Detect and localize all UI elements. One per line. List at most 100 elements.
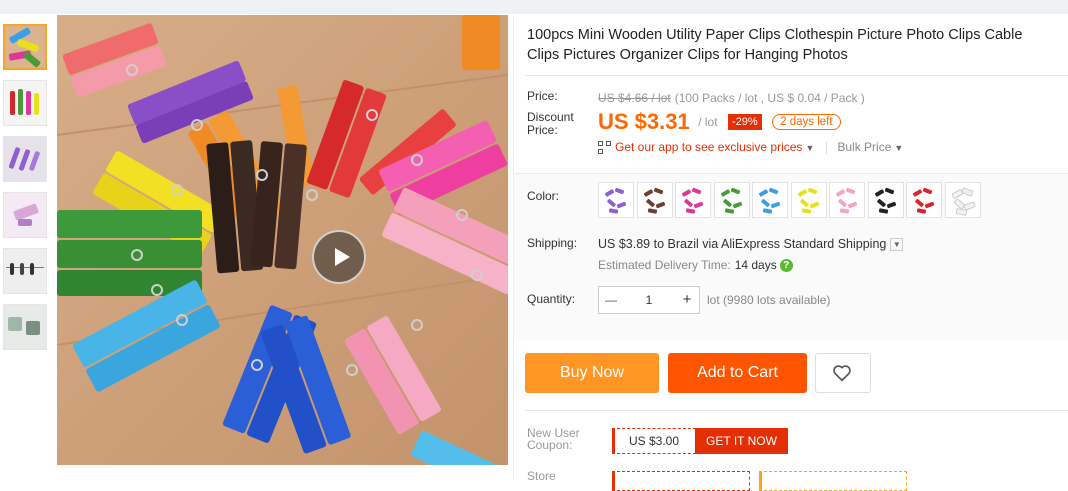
swatch-clip-shape — [809, 201, 819, 209]
color-swatch-red[interactable] — [906, 182, 942, 218]
color-label: Color: — [527, 189, 560, 203]
divider — [525, 410, 1068, 411]
price-unit: / lot — [698, 115, 718, 129]
swatch-clip-shape — [922, 187, 933, 195]
quantity-increase-button[interactable]: + — [675, 287, 699, 313]
swatch-clip-shape — [691, 187, 702, 195]
swatch-clip-shape — [884, 187, 894, 195]
color-swatch-black[interactable] — [867, 182, 904, 218]
swatch-clip-shape — [807, 187, 817, 195]
coupon-label-line2: Coupon: — [527, 438, 573, 452]
swatch-clip-shape — [878, 208, 888, 214]
shipping-label: Shipping: — [527, 236, 578, 250]
quantity-label: Quantity: — [527, 292, 576, 306]
shipping-text: US $3.89 to Brazil via AliExpress Standa… — [598, 237, 887, 251]
qr-code-icon — [598, 141, 611, 155]
original-price-row: US $4.66 / lot (100 Packs / lot , US $ 0.… — [598, 91, 865, 105]
add-to-cart-button[interactable]: Add to Cart — [668, 353, 807, 393]
swatch-clip-shape — [768, 187, 779, 195]
swatch-clip-shape — [886, 201, 896, 209]
discount-badge: -29% — [727, 114, 762, 130]
color-swatch-green[interactable] — [713, 182, 750, 218]
buy-now-button[interactable]: Buy Now — [525, 353, 659, 393]
swatch-clip-shape — [801, 208, 811, 214]
swatch-clip-shape — [762, 208, 773, 214]
top-strip — [0, 0, 1068, 14]
swatch-clip-shape — [797, 189, 807, 197]
swatch-clip-shape — [608, 208, 619, 214]
swatch-clip-shape — [876, 198, 886, 208]
swatch-clip-shape — [681, 189, 692, 197]
store-coupon-label: Store — [527, 469, 556, 483]
quantity-decrease-button[interactable]: — — [599, 287, 623, 313]
help-icon[interactable]: ? — [779, 259, 793, 273]
main-product-image[interactable] — [57, 15, 508, 465]
color-swatch-purple[interactable] — [598, 182, 634, 218]
color-swatch-brown[interactable] — [636, 182, 673, 218]
thumbnail-3[interactable] — [3, 136, 47, 182]
store-coupon-card[interactable] — [612, 471, 750, 491]
discount-price-label: Discount Price: — [527, 111, 574, 137]
app-exclusive-link[interactable]: Get our app to see exclusive prices — [615, 140, 802, 154]
quantity-input[interactable]: 1 — [627, 287, 671, 313]
swatch-clip-shape — [720, 189, 730, 197]
swatch-clip-shape — [770, 201, 781, 209]
price-label: Price: — [527, 89, 558, 103]
swatch-clip-shape — [685, 208, 696, 214]
swatch-clip-shape — [730, 187, 740, 195]
swatch-clip-shape — [722, 198, 732, 208]
swatch-clip-shape — [839, 208, 850, 214]
thumbnail-2[interactable] — [3, 80, 47, 126]
color-swatch-light-pink[interactable] — [829, 182, 865, 218]
play-icon — [335, 248, 350, 266]
heart-icon — [833, 365, 851, 382]
thumbnail-1[interactable] — [3, 24, 47, 70]
swatch-clip-shape — [732, 201, 742, 209]
original-price: US $4.66 / lot — [598, 91, 671, 105]
color-swatch-white[interactable] — [944, 182, 981, 218]
swatch-clip-shape — [604, 189, 615, 197]
swatch-clip-shape — [799, 198, 809, 208]
swatch-clip-shape — [916, 208, 927, 214]
divider — [525, 75, 1068, 76]
chevron-down-icon: ▼ — [805, 143, 815, 153]
pack-info: (100 Packs / lot , US $ 0.04 / Pack ) — [674, 91, 865, 105]
swatch-clip-shape — [955, 208, 967, 216]
swatch-clip-shape — [837, 198, 848, 208]
swatch-clip-shape — [655, 201, 665, 209]
swatch-clip-shape — [693, 201, 704, 209]
bulk-price-link[interactable]: Bulk Price ▼ — [837, 140, 903, 154]
swatch-clip-shape — [614, 187, 625, 195]
new-user-coupon-label: New User Coupon: — [527, 427, 580, 451]
swatch-clip-shape — [616, 201, 627, 209]
delivery-days: 14 days — [734, 258, 777, 272]
quantity-availability: lot (9980 lots available) — [707, 293, 831, 307]
store-coupon-card[interactable] — [759, 471, 907, 491]
get-coupon-button[interactable]: GET IT NOW — [695, 428, 788, 454]
swatch-clip-shape — [912, 189, 923, 197]
swatch-clip-shape — [874, 189, 884, 197]
product-title: 100pcs Mini Wooden Utility Paper Clips C… — [527, 27, 1023, 63]
app-promo-row: Get our app to see exclusive prices ▼ Bulk… — [598, 140, 903, 155]
wishlist-button[interactable] — [815, 353, 871, 393]
days-left-badge: 2 days left — [772, 114, 841, 130]
clothespin-photo — [57, 15, 508, 465]
swatch-clip-shape — [758, 189, 769, 197]
swatch-clip-shape — [760, 198, 771, 208]
shipping-row: US $3.89 to Brazil via AliExpress Standa… — [598, 237, 904, 252]
coupon-value: US $3.00 — [629, 434, 680, 448]
swatch-clip-shape — [724, 208, 734, 214]
thumbnail-5[interactable] — [3, 248, 47, 294]
video-play-button[interactable] — [312, 230, 366, 284]
swatch-clip-shape — [606, 198, 617, 208]
thumbnail-6[interactable] — [3, 304, 47, 350]
color-swatch-pink-magenta[interactable] — [675, 182, 711, 218]
chevron-down-icon: ▼ — [894, 143, 904, 153]
color-swatch-light-blue[interactable] — [752, 182, 788, 218]
thumbnail-4[interactable] — [3, 192, 47, 238]
shipping-dropdown-icon[interactable]: ▼ — [890, 238, 904, 252]
swatch-clip-shape — [683, 198, 694, 208]
sale-price-row: US $3.31 / lot -29% 2 days left — [598, 109, 841, 135]
color-swatch-yellow[interactable] — [790, 182, 827, 218]
swatch-clip-shape — [835, 189, 846, 197]
